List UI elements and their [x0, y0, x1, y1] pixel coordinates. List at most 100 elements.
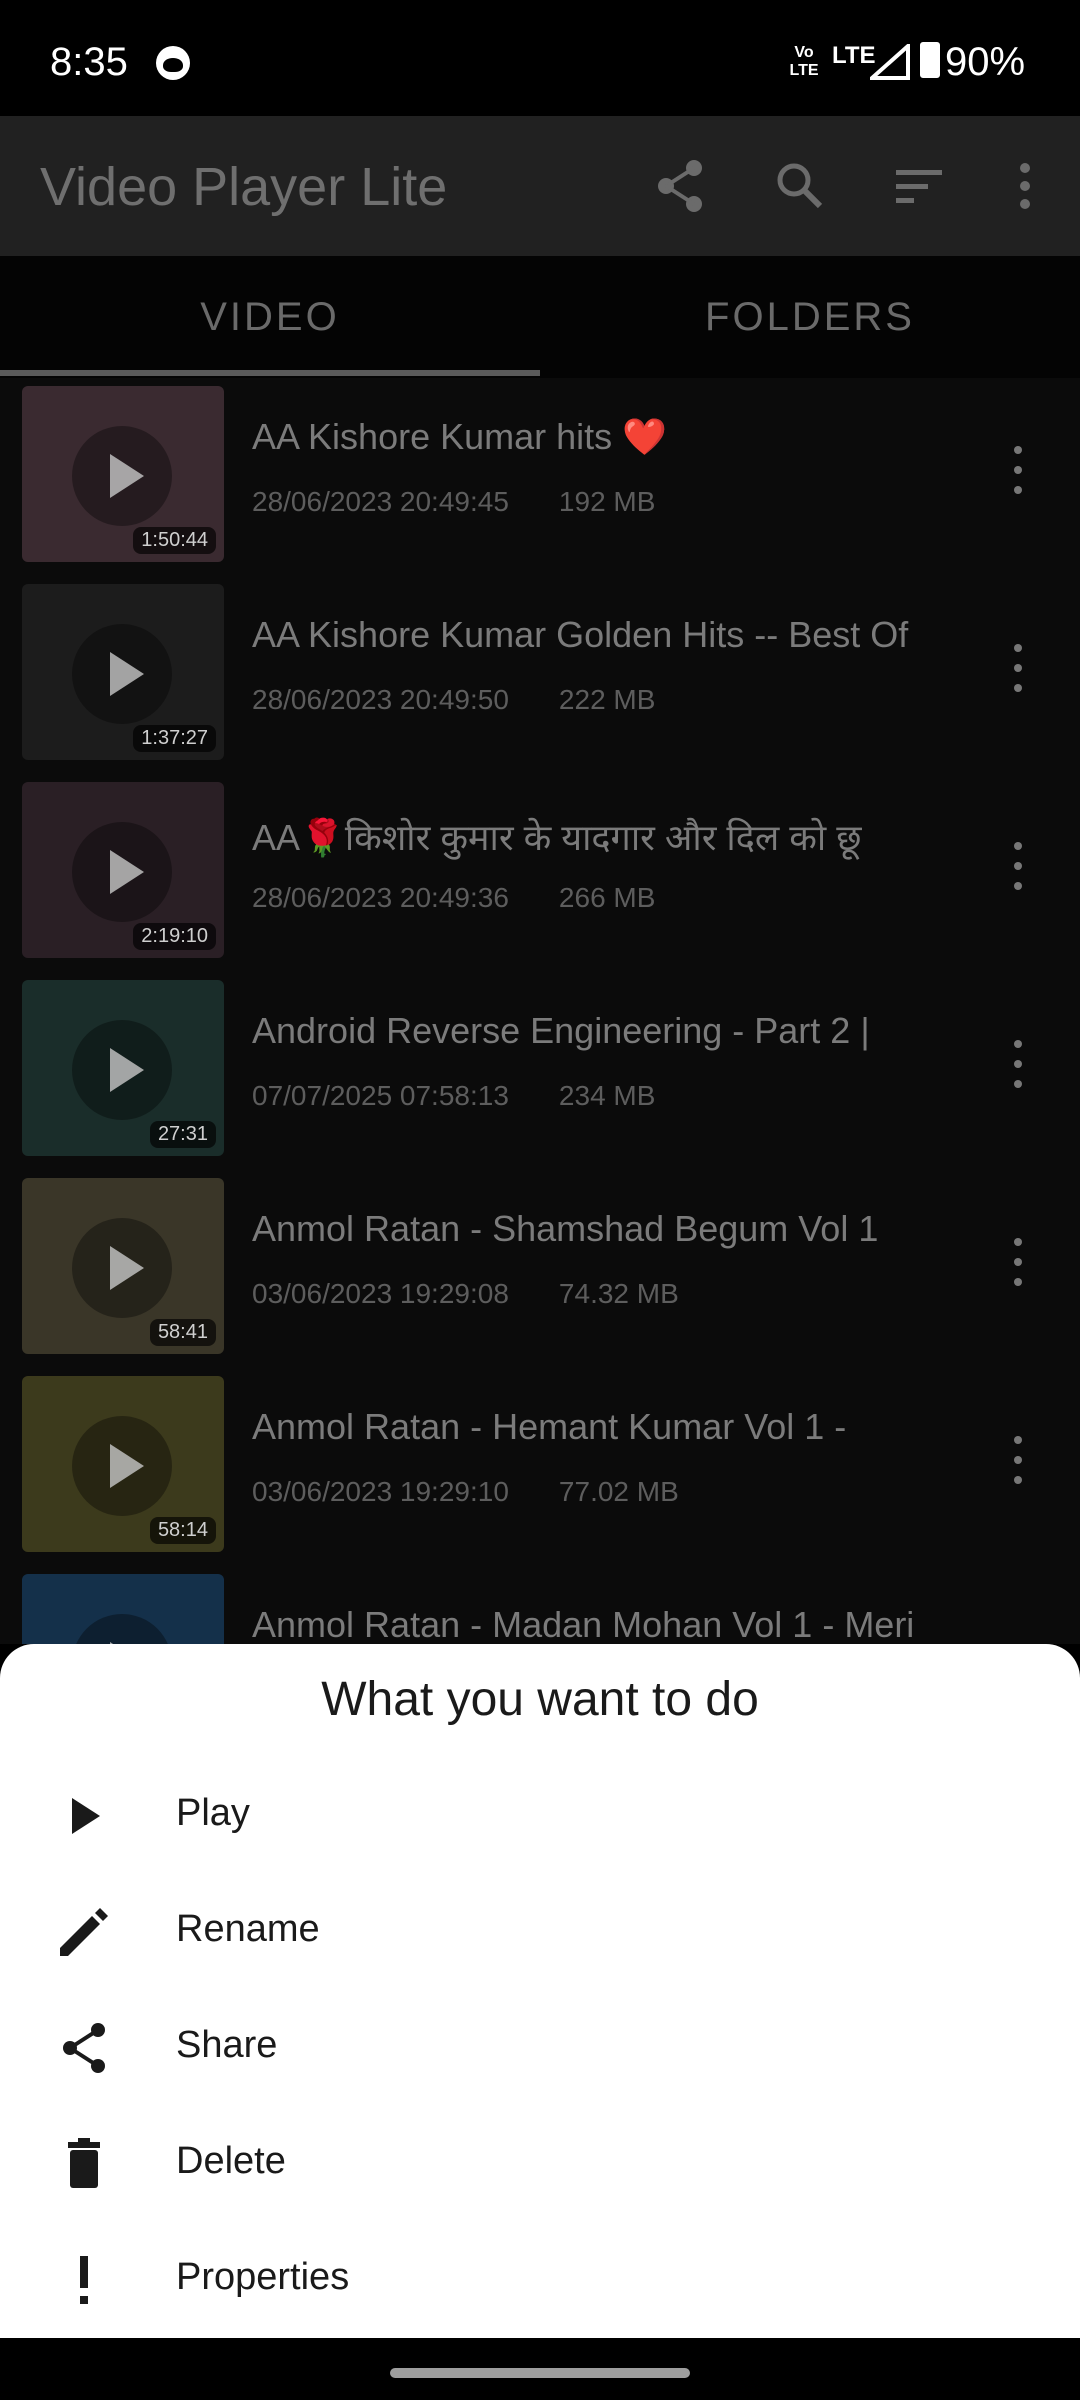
battery-percent: 90% [945, 40, 1026, 84]
video-title-text: AA Kishore Kumar hits [252, 416, 623, 457]
action-label: Play [176, 1792, 250, 1834]
tab-folders[interactable]: FOLDERS [540, 256, 1080, 378]
video-meta: 28/06/2023 20:49:50 222 MB [252, 684, 655, 716]
video-duration: 58:14 [149, 1517, 216, 1544]
more-vert-icon[interactable] [1000, 638, 1036, 698]
video-thumbnail[interactable]: 27:31 [22, 980, 224, 1156]
home-gesture-handle[interactable] [390, 2368, 690, 2378]
video-row[interactable]: 58:14 Anmol Ratan - Hemant Kumar Vol 1 - 0… [0, 1368, 1080, 1566]
video-title-text: Anmol Ratan - Hemant Kumar Vol 1 - [252, 1406, 847, 1447]
action-delete[interactable]: Delete [0, 2106, 1080, 2222]
play-icon [72, 1020, 172, 1120]
video-thumbnail[interactable]: 1:37:27 [22, 584, 224, 760]
video-date: 07/07/2025 07:58:13 [252, 1080, 509, 1111]
video-meta: 28/06/2023 20:49:45 192 MB [252, 486, 655, 518]
video-row[interactable]: 1:50:44 AA Kishore Kumar hits ❤️ 28/06/202… [0, 378, 1080, 576]
battery-icon [920, 42, 940, 78]
action-rename[interactable]: Rename [0, 1874, 1080, 1990]
more-dot [1014, 1080, 1022, 1088]
video-row[interactable]: 27:31 Android Reverse Engineering - Part … [0, 972, 1080, 1170]
video-title: AA Kishore Kumar hits ❤️ [252, 416, 972, 458]
more-dot [1014, 446, 1022, 454]
app-bar: Video Player Lite [0, 116, 1080, 256]
video-title: Anmol Ratan - Shamshad Begum Vol 1 [252, 1208, 972, 1250]
more-dot [1014, 1476, 1022, 1484]
video-duration: 27:31 [149, 1121, 216, 1148]
video-duration: 1:37:27 [133, 725, 216, 752]
more-dot [1014, 1456, 1022, 1464]
play-icon [72, 624, 172, 724]
sort-icon[interactable] [890, 156, 950, 216]
more-vert-icon[interactable] [1000, 156, 1060, 216]
video-meta: 03/06/2023 19:29:08 74.32 MB [252, 1278, 679, 1310]
sheet-title: What you want to do [321, 1673, 759, 1726]
video-date: 03/06/2023 19:29:10 [252, 1476, 509, 1507]
video-size: 192 MB [558, 486, 656, 517]
video-thumbnail[interactable]: 58:41 [22, 1178, 224, 1354]
action-properties[interactable]: Properties [0, 2222, 1080, 2338]
play-icon [72, 822, 172, 922]
more-dot [1014, 1040, 1022, 1048]
action-label: Share [176, 2024, 278, 2066]
video-title-text: Anmol Ratan - Madan Mohan Vol 1 - Meri [252, 1604, 915, 1644]
more-vert-icon[interactable] [1000, 1430, 1036, 1490]
video-size: 77.02 MB [558, 1476, 679, 1507]
video-date: 28/06/2023 20:49:45 [252, 486, 509, 517]
navigation-bar [0, 2338, 1080, 2400]
heart-icon: ❤️ [622, 416, 667, 457]
video-title: AA🌹किशोर कुमार के यादगार और दिल को छू [252, 812, 972, 861]
video-size: 222 MB [558, 684, 656, 715]
tab-bar: VIDEO FOLDERS [0, 256, 1080, 378]
action-play[interactable]: Play [0, 1758, 1080, 1874]
video-list[interactable]: 1:50:44 AA Kishore Kumar hits ❤️ 28/06/202… [0, 378, 1080, 1644]
video-title-text: Android Reverse Engineering - Part 2 | [252, 1010, 870, 1051]
action-label: Delete [176, 2140, 286, 2182]
video-row[interactable]: 2:19:10 AA🌹किशोर कुमार के यादगार और दिल क… [0, 774, 1080, 972]
video-title: Anmol Ratan - Hemant Kumar Vol 1 - [252, 1406, 972, 1448]
more-vert-icon[interactable] [1000, 1034, 1036, 1094]
more-dot [1014, 486, 1022, 494]
more-vert-icon[interactable] [1000, 440, 1036, 500]
more-dot [1014, 644, 1022, 652]
more-dot [1014, 1278, 1022, 1286]
video-row[interactable]: 58:41 Anmol Ratan - Shamshad Begum Vol 1 0… [0, 1170, 1080, 1368]
more-dot [1014, 684, 1022, 692]
video-title: AA Kishore Kumar Golden Hits -- Best Of [252, 614, 972, 656]
video-thumbnail[interactable]: 2:19:10 [22, 782, 224, 958]
action-sheet: What you want to do Play Rename Share De… [0, 1644, 1080, 2338]
video-row[interactable]: Anmol Ratan - Madan Mohan Vol 1 - Meri [0, 1566, 1080, 1644]
video-date: 28/06/2023 20:49:36 [252, 882, 509, 913]
play-icon [72, 1416, 172, 1516]
video-title: Android Reverse Engineering - Part 2 | [252, 1010, 972, 1052]
more-vert-icon[interactable] [1000, 1232, 1036, 1292]
status-time: 8:35 [50, 40, 128, 84]
video-date: 03/06/2023 19:29:08 [252, 1278, 509, 1309]
signal-icon [870, 44, 910, 80]
search-icon[interactable] [770, 156, 830, 216]
video-size: 266 MB [558, 882, 656, 913]
video-row[interactable]: 1:37:27 AA Kishore Kumar Golden Hits -- B… [0, 576, 1080, 774]
trash-icon [68, 2138, 100, 2188]
exclamation-icon [80, 2256, 88, 2304]
more-vert-icon[interactable] [1000, 836, 1036, 896]
more-dot [1014, 882, 1022, 890]
video-thumbnail[interactable] [22, 1574, 224, 1644]
more-dot [1014, 466, 1022, 474]
play-icon [72, 1218, 172, 1318]
more-dot [1014, 1436, 1022, 1444]
action-label: Properties [176, 2256, 350, 2298]
video-meta: 28/06/2023 20:49:36 266 MB [252, 882, 655, 914]
video-size: 74.32 MB [558, 1278, 679, 1309]
tab-video[interactable]: VIDEO [0, 256, 540, 378]
video-duration: 1:50:44 [133, 527, 216, 554]
video-thumbnail[interactable]: 58:14 [22, 1376, 224, 1552]
action-share[interactable]: Share [0, 1990, 1080, 2106]
pencil-icon [60, 1908, 108, 1956]
video-title-text: AA🌹किशोर कुमार के यादगार और दिल को छू [252, 817, 862, 858]
video-duration: 2:19:10 [133, 923, 216, 950]
play-icon [72, 1614, 172, 1644]
more-dot [1014, 1258, 1022, 1266]
video-meta: 07/07/2025 07:58:13 234 MB [252, 1080, 655, 1112]
video-thumbnail[interactable]: 1:50:44 [22, 386, 224, 562]
share-icon[interactable] [650, 156, 710, 216]
